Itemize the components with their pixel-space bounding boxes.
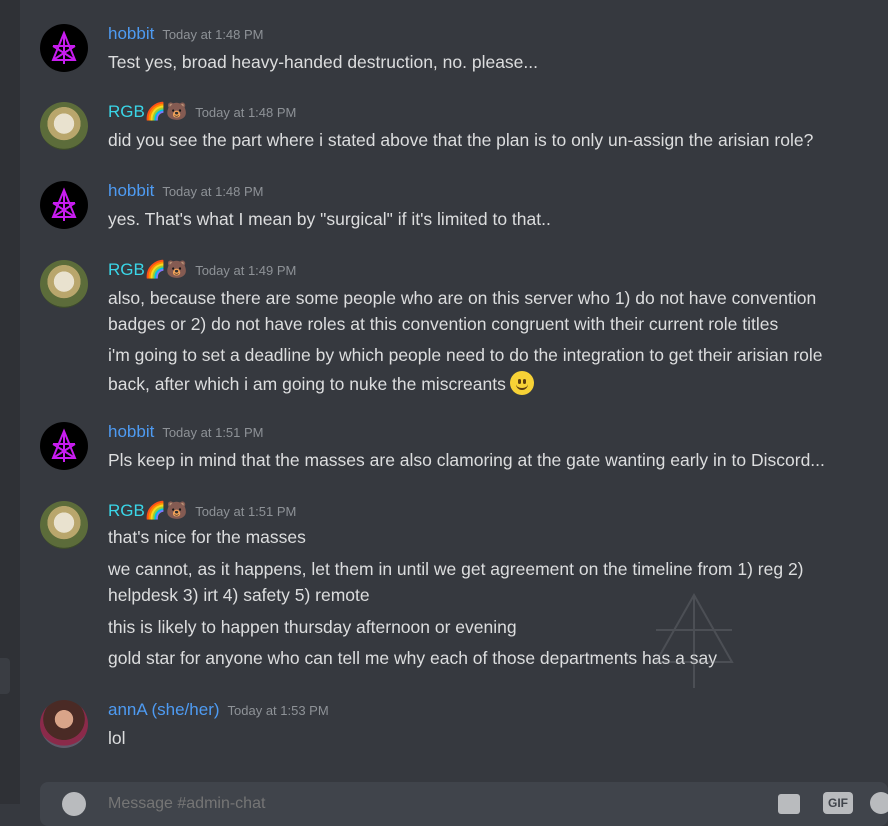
watermark-logo [654, 592, 734, 688]
smiley-icon [509, 371, 534, 395]
gift-icon[interactable] [778, 794, 800, 814]
pentagram-icon [51, 428, 77, 462]
author-name[interactable]: RGB [108, 102, 145, 121]
message-text: also, because there are some people who … [108, 288, 817, 308]
avatar-hobbit[interactable] [40, 181, 88, 229]
timestamp: Today at 1:53 PM [227, 703, 329, 718]
message-text: lol [108, 728, 126, 748]
author-name[interactable]: hobbit [108, 181, 154, 200]
message-input[interactable] [106, 794, 710, 814]
message-header: hobbit Today at 1:48 PM [108, 181, 264, 203]
message-text: back, after which i am going to nuke the… [108, 371, 534, 395]
author-badge-emoji: 🌈🐻 [144, 260, 188, 279]
pentagram-icon [51, 187, 77, 221]
timestamp: Today at 1:49 PM [195, 263, 297, 278]
message-text: that's nice for the masses [108, 527, 306, 547]
server-sidebar-edge [0, 0, 20, 804]
avatar-rgb[interactable] [40, 102, 88, 150]
sidebar-scroll-tab[interactable] [0, 658, 10, 694]
timestamp: Today at 1:48 PM [195, 105, 297, 120]
message-header: RGB🌈🐻 Today at 1:49 PM [108, 260, 296, 282]
avatar-hobbit[interactable] [40, 24, 88, 72]
author-name[interactable]: hobbit [108, 24, 154, 43]
message-text: Pls keep in mind that the masses are als… [108, 450, 825, 470]
author-badge-emoji: 🌈🐻 [144, 102, 188, 121]
author-name[interactable]: hobbit [108, 422, 154, 441]
author-badge-emoji: 🌈🐻 [144, 501, 188, 520]
message-text: Test yes, broad heavy-handed destruction… [108, 52, 538, 72]
author-name[interactable]: RGB [108, 260, 145, 279]
timestamp: Today at 1:51 PM [162, 425, 264, 440]
avatar-rgb[interactable] [40, 501, 88, 549]
author-name[interactable]: RGB [108, 501, 145, 520]
message-header: annA (she/her) Today at 1:53 PM [108, 700, 329, 722]
message-text: yes. That's what I mean by "surgical" if… [108, 209, 551, 229]
message-text: badges or 2) do not have roles at this c… [108, 314, 779, 334]
timestamp: Today at 1:48 PM [162, 27, 264, 42]
avatar-rgb[interactable] [40, 260, 88, 308]
message-header: hobbit Today at 1:51 PM [108, 422, 264, 444]
message-text-segment: back, after which i am going to nuke the… [108, 374, 506, 394]
message-header: hobbit Today at 1:48 PM [108, 24, 264, 46]
message-text: this is likely to happen thursday aftern… [108, 617, 517, 637]
message-text: gold star for anyone who can tell me why… [108, 648, 717, 668]
message-text: helpdesk 3) irt 4) safety 5) remote [108, 585, 370, 605]
message-header: RGB🌈🐻 Today at 1:51 PM [108, 501, 296, 523]
add-attachment-icon[interactable] [62, 792, 86, 816]
author-name[interactable]: annA (she/her) [108, 700, 220, 719]
message-text: we cannot, as it happens, let them in un… [108, 559, 804, 579]
timestamp: Today at 1:48 PM [162, 184, 264, 199]
pentagram-icon [51, 30, 77, 64]
message-text: did you see the part where i stated abov… [108, 130, 814, 150]
timestamp: Today at 1:51 PM [195, 504, 297, 519]
gif-button[interactable]: GIF [823, 792, 853, 814]
avatar-hobbit[interactable] [40, 422, 88, 470]
avatar-anna[interactable] [40, 700, 88, 748]
message-composer: GIF [40, 782, 888, 826]
message-header: RGB🌈🐻 Today at 1:48 PM [108, 102, 296, 124]
emoji-picker-icon[interactable] [870, 792, 888, 814]
message-text: i'm going to set a deadline by which peo… [108, 345, 823, 365]
